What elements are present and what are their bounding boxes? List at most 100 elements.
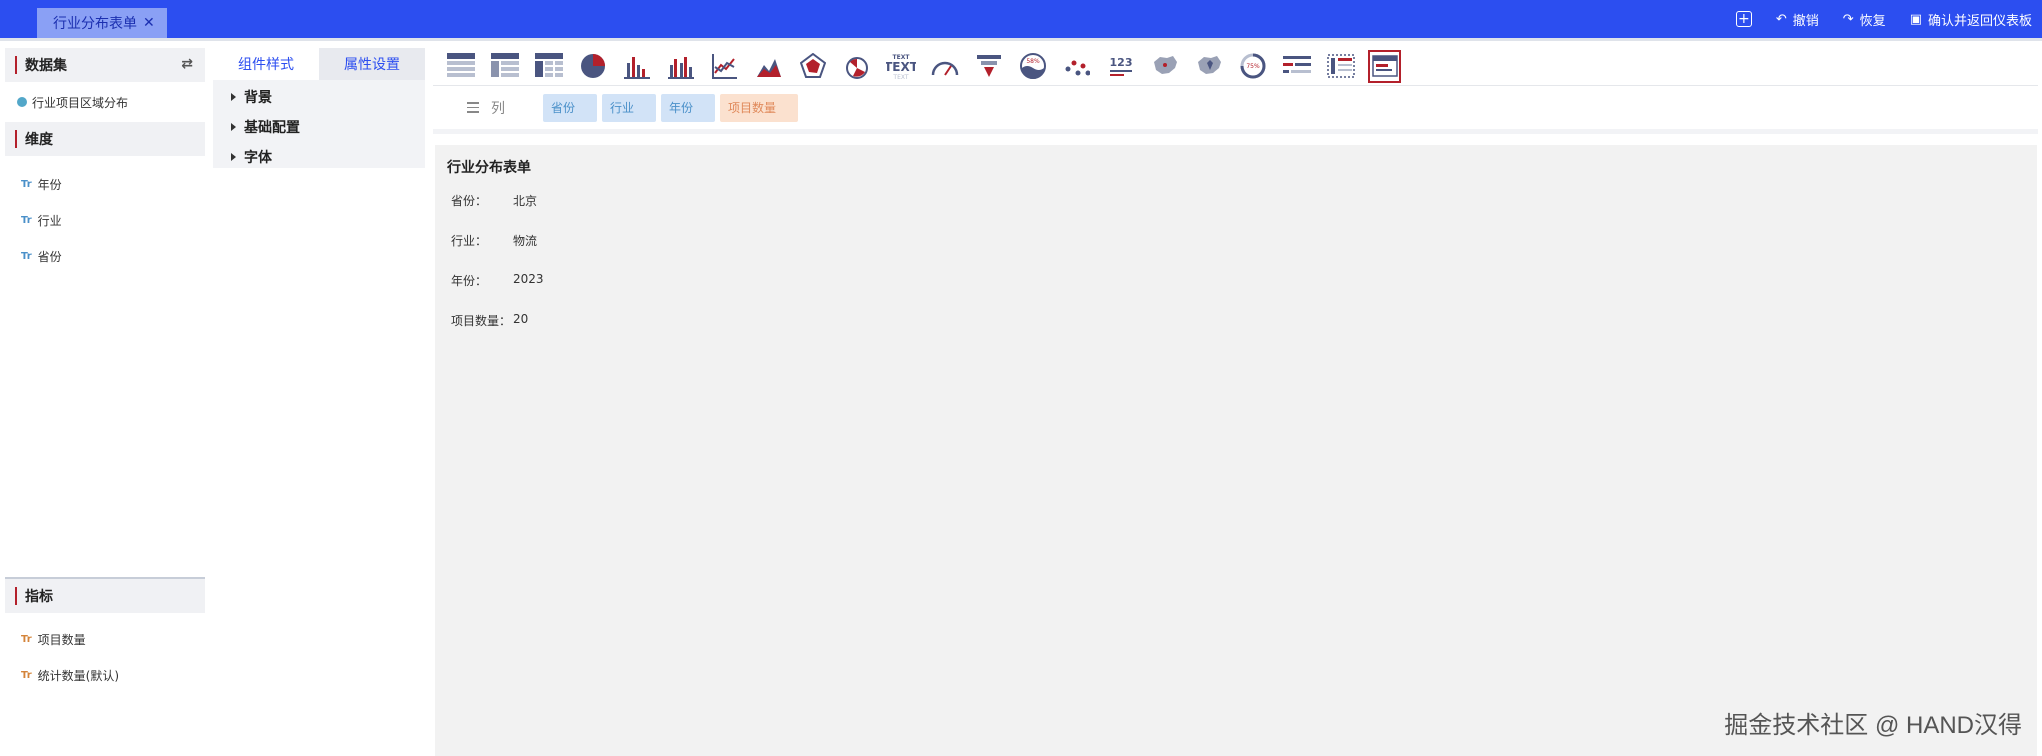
columns-row: 列 省份 行业 年份 项目数量 (433, 86, 2038, 134)
metric-label: 统计数量(默认) (37, 668, 120, 683)
column-chip-year[interactable]: 年份 (661, 93, 715, 122)
columns-label: 列 (467, 98, 543, 118)
switch-dataset-icon[interactable]: ⇄ (181, 56, 193, 72)
line-chart-icon[interactable] (708, 50, 741, 83)
tab-industry-form[interactable]: 行业分布表单 ✕ (37, 8, 167, 38)
svg-text:TEXT: TEXT (886, 60, 916, 74)
tab-property-settings[interactable]: 属性设置 (319, 48, 425, 80)
text-type-icon: Tr (21, 178, 32, 190)
funnel-icon[interactable] (972, 50, 1005, 83)
metric-section: 指标 Tr 项目数量 Tr 统计数量(默认) (5, 577, 205, 693)
caret-right-icon (231, 153, 236, 161)
scatter-icon[interactable] (1060, 50, 1093, 83)
dimension-label: 行业 (37, 213, 62, 228)
plus-icon: + (1735, 11, 1752, 27)
metric-label: 项目数量 (37, 632, 86, 647)
dimension-item-industry[interactable]: Tr 行业 (5, 202, 205, 238)
preview-canvas: 行业分布表单 省份： 北京 行业： 物流 年份： 2023 项目数量： 20 (435, 145, 2037, 756)
confirm-return-button[interactable]: ▣ 确认并返回仪表板 (1910, 10, 2032, 29)
area-chart-icon[interactable] (752, 50, 785, 83)
tab-component-style[interactable]: 组件样式 (213, 48, 319, 80)
form-card-icon[interactable] (1368, 49, 1401, 83)
chart-type-toolbar: TEXT TEXT TEXT 58% 123 75% (440, 48, 2040, 84)
prop-label: 字体 (244, 150, 272, 166)
style-tabs: 组件样式 属性设置 (213, 48, 425, 80)
row-key: 省份： (451, 194, 488, 208)
prop-background[interactable]: 背景 (213, 82, 425, 112)
svg-text:123: 123 (1109, 56, 1132, 69)
dimension-item-year[interactable]: Tr 年份 (5, 166, 205, 202)
dimension-header: 维度 (5, 122, 205, 156)
row-key: 行业： (451, 234, 488, 248)
row-value: 20 (513, 312, 529, 326)
text-widget-icon[interactable]: TEXT TEXT TEXT (884, 50, 917, 83)
cross-table-icon[interactable] (532, 50, 565, 83)
card-row-year: 年份： 2023 (451, 272, 544, 289)
dimension-header-label: 维度 (25, 132, 53, 148)
list-icon (467, 102, 479, 113)
metric-item-project-count[interactable]: Tr 项目数量 (5, 621, 205, 657)
dataset-header: 数据集 ⇄ (5, 48, 205, 82)
dataset-item-label: 行业项目区域分布 (32, 95, 129, 110)
dimension-item-province[interactable]: Tr 省份 (5, 238, 205, 274)
text-type-icon: Tr (21, 250, 32, 262)
redo-button[interactable]: ↷ 恢复 (1843, 10, 1886, 29)
map-marker-icon[interactable] (1192, 50, 1225, 83)
ranking-icon[interactable] (1280, 50, 1313, 83)
dimension-label: 年份 (37, 177, 62, 192)
pie-chart-icon[interactable] (576, 50, 609, 83)
map-icon[interactable] (1148, 50, 1181, 83)
prop-basic-config[interactable]: 基础配置 (213, 112, 425, 142)
close-icon[interactable]: ✕ (143, 15, 155, 31)
table-icon[interactable] (444, 50, 477, 83)
undo-button[interactable]: ↶ 撤销 (1776, 10, 1819, 29)
radar-chart-icon[interactable] (796, 50, 829, 83)
svg-text:TEXT: TEXT (892, 74, 908, 80)
column-chip-project-count[interactable]: 项目数量 (720, 93, 798, 122)
metric-item-default-count[interactable]: Tr 统计数量(默认) (5, 657, 205, 693)
card-row-project-count: 项目数量： 20 (451, 312, 528, 329)
section-marker (15, 56, 17, 74)
svg-text:58%: 58% (1026, 58, 1040, 65)
top-divider (0, 38, 2042, 41)
confirm-label: 确认并返回仪表板 (1927, 13, 2032, 29)
dataset-item[interactable]: 行业项目区域分布 (5, 82, 205, 122)
prop-font[interactable]: 字体 (213, 142, 425, 172)
metric-type-icon: Tr (21, 669, 32, 681)
dimension-label: 省份 (37, 249, 62, 264)
row-value: 北京 (513, 194, 538, 208)
ring-progress-icon[interactable]: 75% (1236, 50, 1269, 83)
metric-header: 指标 (5, 577, 205, 613)
prop-label: 背景 (244, 90, 272, 106)
text-type-icon: Tr (21, 214, 32, 226)
undo-icon: ↶ (1775, 11, 1787, 27)
dataset-header-label: 数据集 (25, 58, 67, 74)
watermark: 掘金技术社区 @ HAND汉得 (1724, 712, 2022, 739)
row-value: 物流 (513, 234, 538, 248)
rose-chart-icon[interactable] (840, 50, 873, 83)
column-chip-industry[interactable]: 行业 (602, 93, 656, 122)
dashboard-icon: ▣ (1909, 11, 1922, 27)
card-title: 行业分布表单 (447, 160, 531, 176)
column-chip-province[interactable]: 省份 (543, 93, 597, 122)
metric-header-label: 指标 (25, 589, 53, 605)
columns-label-text: 列 (491, 100, 505, 117)
top-actions: + ↶ 撤销 ↷ 恢复 ▣ 确认并返回仪表板 (1735, 0, 2032, 38)
water-ball-icon[interactable]: 58% (1016, 50, 1049, 83)
detail-table-icon[interactable] (1324, 50, 1357, 83)
grouped-table-icon[interactable] (488, 50, 521, 83)
caret-right-icon (231, 93, 236, 101)
bar-chart-icon[interactable] (620, 50, 653, 83)
row-key: 年份： (451, 274, 488, 288)
redo-label: 恢复 (1859, 13, 1886, 29)
add-button[interactable]: + (1735, 11, 1752, 27)
section-marker (15, 130, 17, 148)
row-key: 项目数量： (451, 314, 512, 328)
card-row-province: 省份： 北京 (451, 192, 537, 209)
grouped-bar-icon[interactable] (664, 50, 697, 83)
section-marker (15, 587, 17, 605)
number-card-icon[interactable]: 123 (1104, 50, 1137, 83)
row-value: 2023 (513, 272, 544, 286)
gauge-icon[interactable] (928, 50, 961, 83)
redo-icon: ↷ (1842, 11, 1854, 27)
